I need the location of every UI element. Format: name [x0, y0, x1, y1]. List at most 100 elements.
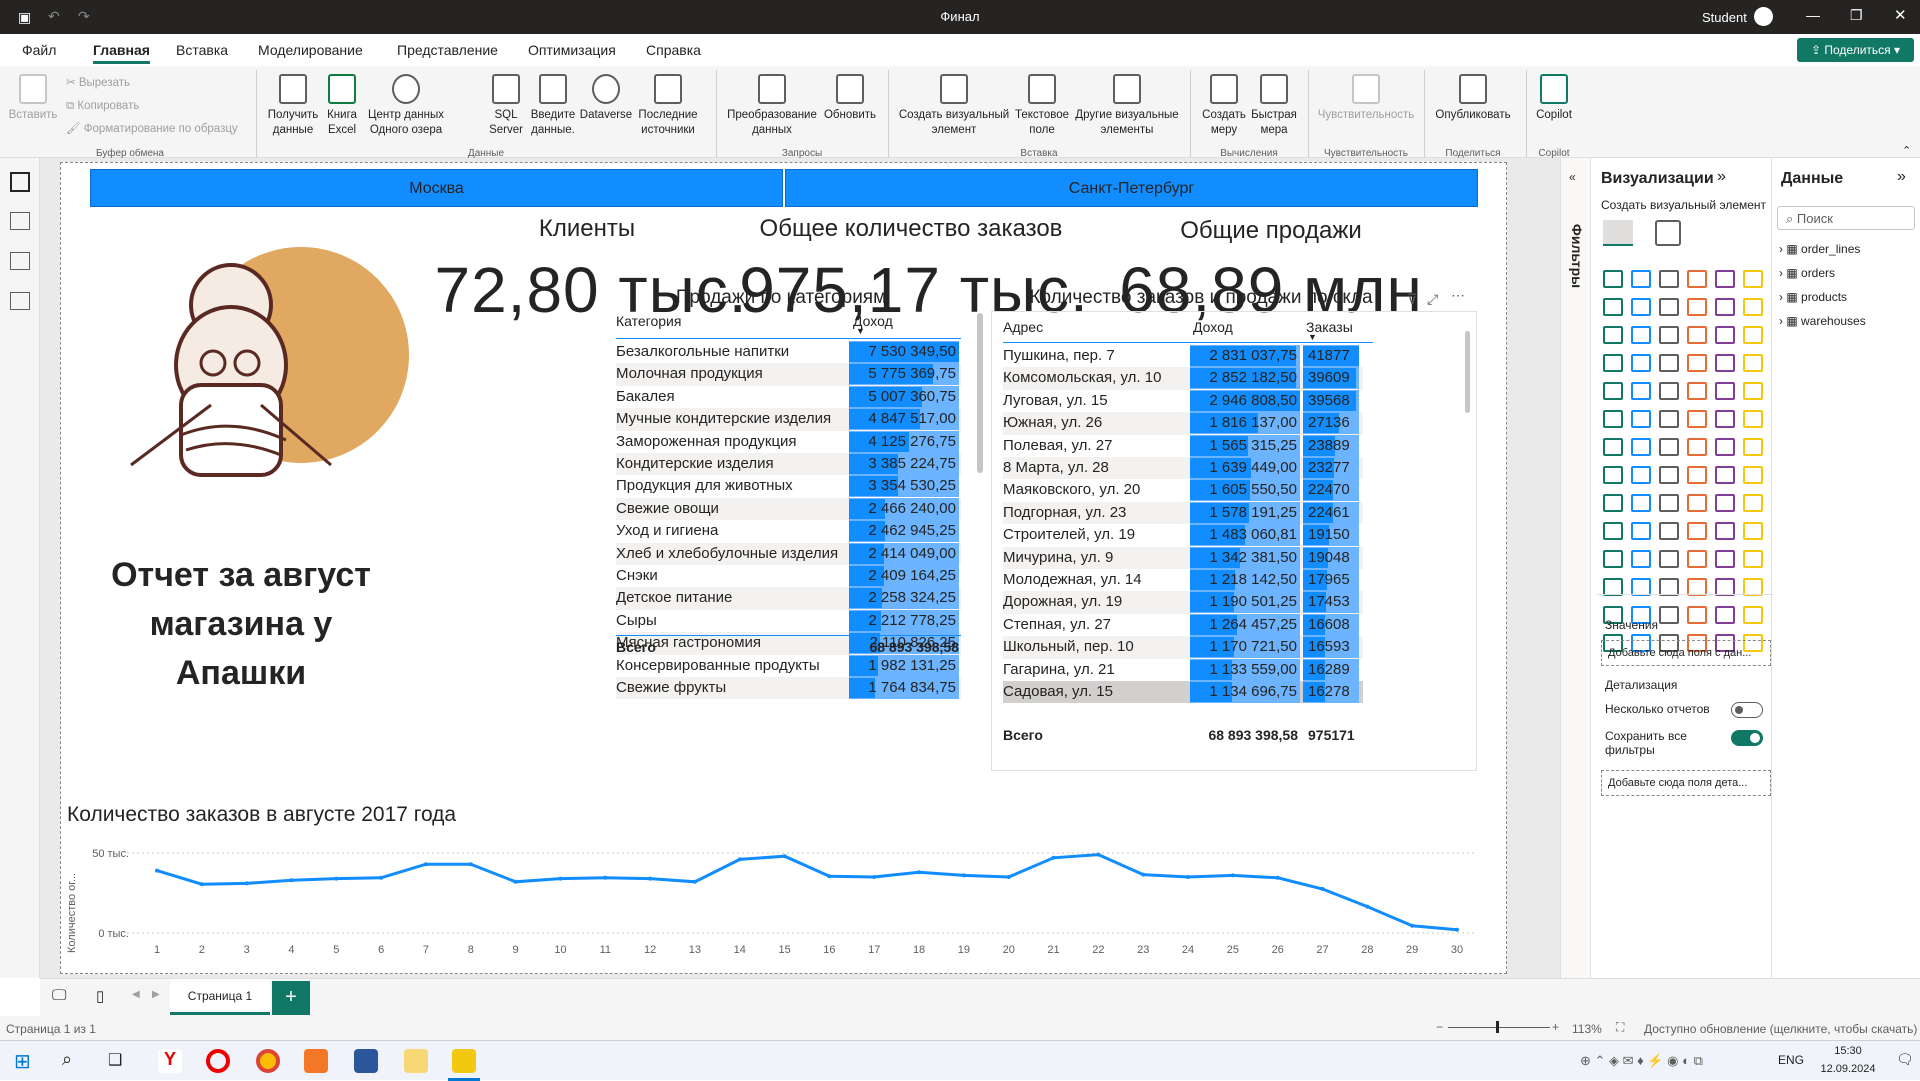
visual-type-icon[interactable] [1687, 354, 1707, 372]
next-page-icon[interactable]: ▶ [152, 989, 160, 1000]
visual-type-icon[interactable] [1715, 466, 1735, 484]
jupyter-icon[interactable] [304, 1049, 328, 1073]
visual-type-icon[interactable] [1687, 410, 1707, 428]
visual-type-icon[interactable] [1659, 550, 1679, 568]
data-point[interactable] [782, 854, 787, 859]
visual-type-icon[interactable] [1715, 550, 1735, 568]
visual-type-icon[interactable] [1687, 466, 1707, 484]
add-page-button[interactable]: + [272, 981, 310, 1015]
visual-type-icon[interactable] [1687, 438, 1707, 456]
visual-type-icon[interactable] [1687, 298, 1707, 316]
minimize-icon[interactable]: — [1806, 7, 1820, 23]
visual-type-icon[interactable] [1603, 494, 1623, 512]
task-view-icon[interactable]: ❑ [108, 1050, 122, 1070]
tab-optimize[interactable]: Оптимизация [528, 42, 616, 58]
visual-type-icon[interactable] [1603, 550, 1623, 568]
warehouse-table[interactable]: Адрес Доход Заказы ▼ Пушкина, пер. 72 83… [1003, 319, 1473, 779]
visual-type-icon[interactable] [1715, 494, 1735, 512]
new-visual-button[interactable]: Создать визуальный элемент [896, 74, 1012, 138]
visual-type-icon[interactable] [1603, 270, 1623, 288]
format-visual-icon[interactable] [1655, 220, 1681, 246]
data-point[interactable] [1186, 875, 1191, 879]
table-row[interactable]: Свежие фрукты 1 764 834,75 [616, 677, 961, 700]
desktop-layout-icon[interactable]: 🖵 [52, 987, 66, 1004]
zoom-in-icon[interactable]: + [1552, 1020, 1559, 1034]
focus-mode-icon[interactable]: ⤢ [1427, 291, 1438, 308]
visual-type-icon[interactable] [1659, 298, 1679, 316]
visual-type-icon[interactable] [1743, 270, 1763, 288]
data-point[interactable] [1006, 875, 1011, 879]
visual-type-icon[interactable] [1715, 270, 1735, 288]
keep-filters-toggle[interactable] [1731, 730, 1763, 746]
visual-type-icon[interactable] [1715, 382, 1735, 400]
visual-type-icon[interactable] [1603, 382, 1623, 400]
dax-view-icon[interactable] [10, 292, 30, 310]
visual-type-icon[interactable] [1659, 438, 1679, 456]
close-icon[interactable]: ✕ [1894, 6, 1907, 24]
format-painter-button[interactable]: 🖌 Форматирование по образцу [66, 122, 238, 137]
data-point[interactable] [1455, 927, 1459, 932]
cross-report-toggle[interactable] [1731, 702, 1763, 718]
quick-measure-button[interactable]: Быстрая мера [1246, 74, 1302, 138]
table-row[interactable]: Гагарина, ул. 21 1 133 559,00 16289 [1003, 658, 1363, 681]
collapse-ribbon-icon[interactable]: ⌃ [1902, 144, 1911, 157]
chevron-right-icon[interactable]: » [1717, 168, 1726, 186]
slicer-spb[interactable]: Санкт-Петербург [785, 169, 1478, 207]
recent-sources-button[interactable]: Последние источники [632, 74, 704, 138]
table-row[interactable]: 8 Марта, ул. 28 1 639 449,00 23277 [1003, 457, 1363, 480]
data-point[interactable] [648, 876, 653, 881]
paste-button[interactable]: Вставить [8, 74, 58, 123]
data-point[interactable] [199, 882, 204, 887]
filter-icon[interactable]: ⊽ [1407, 291, 1417, 308]
table-row[interactable]: Замороженная продукция 4 125 276,75 [616, 430, 961, 453]
column-header-category[interactable]: Категория [616, 313, 681, 329]
zoom-slider[interactable] [1448, 1027, 1550, 1028]
table-view-icon[interactable] [10, 212, 30, 230]
visual-type-icon[interactable] [1687, 606, 1707, 624]
values-drop-well[interactable]: Добавьте сюда поля с дан... [1601, 640, 1771, 666]
search-input[interactable]: ⌕ Поиск [1777, 206, 1915, 230]
more-options-icon[interactable]: ⋯ [1451, 287, 1465, 304]
visual-type-icon[interactable] [1603, 298, 1623, 316]
table-row[interactable]: Садовая, ул. 15 1 134 696,75 16278 [1003, 681, 1363, 704]
scrollbar[interactable] [977, 313, 983, 473]
visual-type-icon[interactable] [1631, 550, 1651, 568]
visual-type-icon[interactable] [1659, 494, 1679, 512]
data-point[interactable] [737, 857, 742, 862]
visual-type-icon[interactable] [1659, 326, 1679, 344]
table-row[interactable]: Безалкогольные напитки 7 530 349,50 [616, 341, 961, 363]
data-point[interactable] [513, 879, 518, 884]
new-measure-button[interactable]: Создать меру [1196, 74, 1252, 138]
data-table-item[interactable]: › ▦ order_lines [1779, 242, 1860, 256]
file-explorer-icon[interactable] [404, 1049, 428, 1073]
table-row[interactable]: Детское питание 2 258 324,25 [616, 587, 961, 610]
visual-type-icon[interactable] [1715, 410, 1735, 428]
table-row[interactable]: Консервированные продукты 1 982 131,25 [616, 654, 961, 677]
visual-type-icon[interactable] [1743, 606, 1763, 624]
cut-button[interactable]: ✂ Вырезать [66, 76, 130, 91]
visual-type-icon[interactable] [1743, 494, 1763, 512]
more-visuals-button[interactable]: Другие визуальные элементы [1072, 74, 1182, 138]
table-row[interactable]: Бакалея 5 007 360,75 [616, 385, 961, 408]
build-visual-icon[interactable] [1603, 220, 1633, 246]
visual-type-icon[interactable] [1743, 438, 1763, 456]
page-tab-1[interactable]: Страница 1 [170, 979, 270, 1015]
visual-type-icon[interactable] [1715, 522, 1735, 540]
text-box-button[interactable]: Текстовое поле [1012, 74, 1072, 138]
visual-type-icon[interactable] [1631, 298, 1651, 316]
visual-type-icon[interactable] [1603, 466, 1623, 484]
avatar[interactable] [1754, 7, 1773, 26]
table-row[interactable]: Молодежная, ул. 14 1 218 142,50 17965 [1003, 569, 1363, 591]
excel-button[interactable]: Книга Excel [322, 74, 362, 138]
get-data-button[interactable]: Получить данные [262, 74, 324, 138]
visual-type-icon[interactable] [1687, 326, 1707, 344]
table-row[interactable]: Хлеб и хлебобулочные изделия 2 414 049,00 [616, 542, 961, 565]
model-view-icon[interactable] [10, 252, 30, 270]
visual-type-icon[interactable] [1603, 522, 1623, 540]
chevron-left-icon[interactable]: « [1569, 170, 1576, 184]
data-point[interactable] [1141, 872, 1146, 877]
table-row[interactable]: Пушкина, пер. 7 2 831 037,75 41877 [1003, 345, 1363, 367]
table-row[interactable]: Кондитерские изделия 3 385 224,75 [616, 453, 961, 476]
visual-type-icon[interactable] [1743, 522, 1763, 540]
table-row[interactable]: Полевая, ул. 27 1 565 315,25 23889 [1003, 434, 1363, 457]
